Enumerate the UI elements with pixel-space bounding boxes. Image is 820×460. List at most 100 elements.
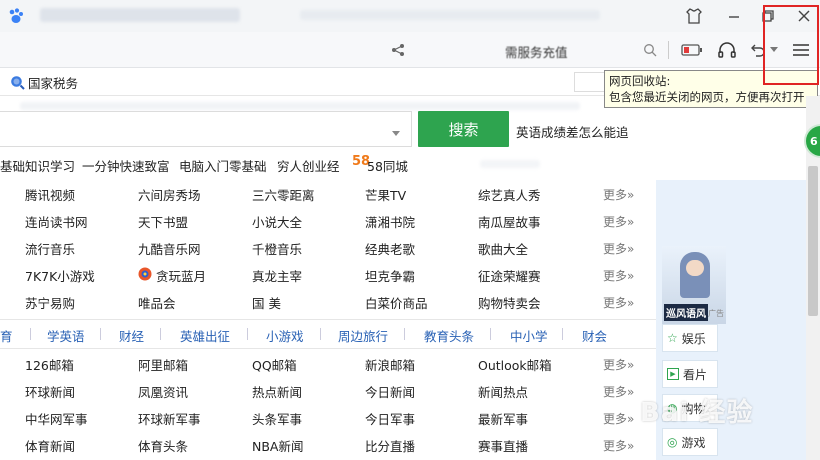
more-link[interactable]: 更多» xyxy=(603,186,634,203)
site-link[interactable]: 热点新闻 xyxy=(252,382,302,401)
site-link[interactable]: 九酷音乐网 xyxy=(138,239,201,258)
category-tab[interactable]: 财会 xyxy=(582,326,607,345)
skin-icon[interactable] xyxy=(682,4,706,28)
site-link[interactable]: 赛事直播 xyxy=(478,436,528,455)
hot-link[interactable]: 电脑入门零基础 xyxy=(179,156,267,175)
site-link[interactable]: 南瓜屋故事 xyxy=(478,212,541,231)
bookmark-item-tax[interactable]: 国家税务 xyxy=(10,73,78,92)
minimize-icon[interactable] xyxy=(722,4,746,28)
hot-link[interactable]: 一分钟快速致富 xyxy=(82,156,170,175)
banner-title: 巡风语风 xyxy=(664,304,708,321)
category-tab[interactable]: 育 xyxy=(0,326,13,345)
scrollbar-thumb[interactable] xyxy=(808,166,818,316)
site-link[interactable]: 千橙音乐 xyxy=(252,239,302,258)
site-link[interactable]: 唯品会 xyxy=(138,293,176,312)
site-link[interactable]: 坦克争霸 xyxy=(365,266,415,285)
site-link[interactable]: 126邮箱 xyxy=(25,355,74,374)
site-link[interactable]: 7K7K小游戏 xyxy=(25,266,95,285)
site-link[interactable]: 环球新闻 xyxy=(25,382,75,401)
bookmark-dropdown-edge xyxy=(574,72,604,92)
category-tab[interactable]: 英雄出征 xyxy=(180,326,230,345)
site-link[interactable]: 连尚读书网 xyxy=(25,212,88,231)
battery-icon[interactable] xyxy=(678,40,706,60)
more-link[interactable]: 更多» xyxy=(603,356,634,373)
site-link[interactable]: 歌曲大全 xyxy=(478,239,528,258)
site-link[interactable]: 综艺真人秀 xyxy=(478,185,541,204)
search-globe-icon xyxy=(10,75,25,90)
search-input[interactable] xyxy=(0,111,412,147)
site-link[interactable]: 体育头条 xyxy=(138,436,188,455)
site-link[interactable]: 今日新闻 xyxy=(365,382,415,401)
search-suggestion[interactable]: 英语成绩差怎么能追 xyxy=(516,122,629,141)
bookmark-label: 国家税务 xyxy=(28,76,79,91)
headphones-icon[interactable] xyxy=(714,39,740,61)
site-link[interactable]: 比分直播 xyxy=(365,436,415,455)
site-link[interactable]: 芒果TV xyxy=(365,185,406,204)
category-tab[interactable]: 教育头条 xyxy=(424,326,474,345)
browser-logo-icon xyxy=(6,6,26,26)
hot-row-blur xyxy=(480,160,540,168)
address-text[interactable]: 需服务充值 xyxy=(505,42,568,61)
side-item-video[interactable]: ▶ 看片 xyxy=(662,360,718,388)
site-link[interactable]: 六间房秀场 xyxy=(138,185,201,204)
site-link[interactable]: 三六零距离 xyxy=(252,185,315,204)
category-tab[interactable]: 周边旅行 xyxy=(338,326,388,345)
site-link[interactable]: 新闻热点 xyxy=(478,382,528,401)
site-link[interactable]: 经典老歌 xyxy=(365,239,415,258)
site-link[interactable]: Outlook邮箱 xyxy=(478,355,552,374)
site-link[interactable]: 小说大全 xyxy=(252,212,302,231)
title-bar xyxy=(0,0,820,32)
more-link[interactable]: 更多» xyxy=(603,213,634,230)
category-divider xyxy=(30,328,31,340)
site-link[interactable]: 流行音乐 xyxy=(25,239,75,258)
side-item-entertainment[interactable]: ☆ 娱乐 xyxy=(662,324,718,352)
site-link[interactable]: 最新军事 xyxy=(478,409,528,428)
title-blur xyxy=(40,8,240,22)
more-link[interactable]: 更多» xyxy=(603,267,634,284)
ad-banner[interactable]: 巡风语风 广告 xyxy=(662,246,726,324)
hot-link[interactable]: 穷人创业经 xyxy=(277,156,340,175)
chevron-down-icon[interactable] xyxy=(392,126,400,140)
category-divider xyxy=(160,328,161,340)
hot-link[interactable]: 基础知识学习 xyxy=(0,156,75,175)
site-link[interactable]: 凤凰资讯 xyxy=(138,382,188,401)
more-link[interactable]: 更多» xyxy=(603,437,634,454)
site-link[interactable]: NBA新闻 xyxy=(252,436,303,455)
category-divider xyxy=(100,328,101,340)
more-link[interactable]: 更多» xyxy=(603,240,634,257)
search-button[interactable]: 搜索 xyxy=(418,111,509,147)
category-tab[interactable]: 中小学 xyxy=(510,326,548,345)
site-link[interactable]: 天下书盟 xyxy=(138,212,188,231)
site-link[interactable]: 今日军事 xyxy=(365,409,415,428)
site-link[interactable]: 苏宁易购 xyxy=(25,293,75,312)
site-link[interactable]: 新浪邮箱 xyxy=(365,355,415,374)
category-divider xyxy=(320,328,321,340)
toolbar: 需服务充值 xyxy=(0,32,820,68)
side-item-label: 娱乐 xyxy=(681,331,706,346)
category-tab[interactable]: 学英语 xyxy=(47,326,85,345)
category-tab[interactable]: 小游戏 xyxy=(266,326,304,345)
site-link[interactable]: 真龙主宰 xyxy=(252,266,302,285)
category-tab[interactable]: 财经 xyxy=(119,326,144,345)
site-link[interactable]: QQ邮箱 xyxy=(252,355,297,374)
site-link[interactable]: 环球新军事 xyxy=(138,409,201,428)
more-link[interactable]: 更多» xyxy=(603,383,634,400)
site-link[interactable]: 征途荣耀赛 xyxy=(478,266,541,285)
side-item-games[interactable]: ◎ 游戏 xyxy=(662,428,718,456)
more-link[interactable]: 更多» xyxy=(603,410,634,427)
site-link[interactable]: 阿里邮箱 xyxy=(138,355,188,374)
site-link[interactable]: 头条军事 xyxy=(252,409,302,428)
hot-link[interactable]: 58同城 xyxy=(367,156,408,175)
site-link[interactable]: 白菜价商品 xyxy=(365,293,428,312)
site-link[interactable]: 潇湘书院 xyxy=(365,212,415,231)
share-icon[interactable] xyxy=(388,40,408,60)
site-link[interactable]: 腾讯视频 xyxy=(25,185,75,204)
star-icon: ☆ xyxy=(667,331,678,345)
site-link[interactable]: 国 美 xyxy=(252,293,281,312)
address-search-icon[interactable] xyxy=(640,40,660,60)
site-link[interactable]: 体育新闻 xyxy=(25,436,75,455)
site-link[interactable]: 贪玩蓝月 xyxy=(156,266,206,285)
more-link[interactable]: 更多» xyxy=(603,294,634,311)
site-link[interactable]: 中华网军事 xyxy=(25,409,88,428)
site-link[interactable]: 购物特卖会 xyxy=(478,293,541,312)
